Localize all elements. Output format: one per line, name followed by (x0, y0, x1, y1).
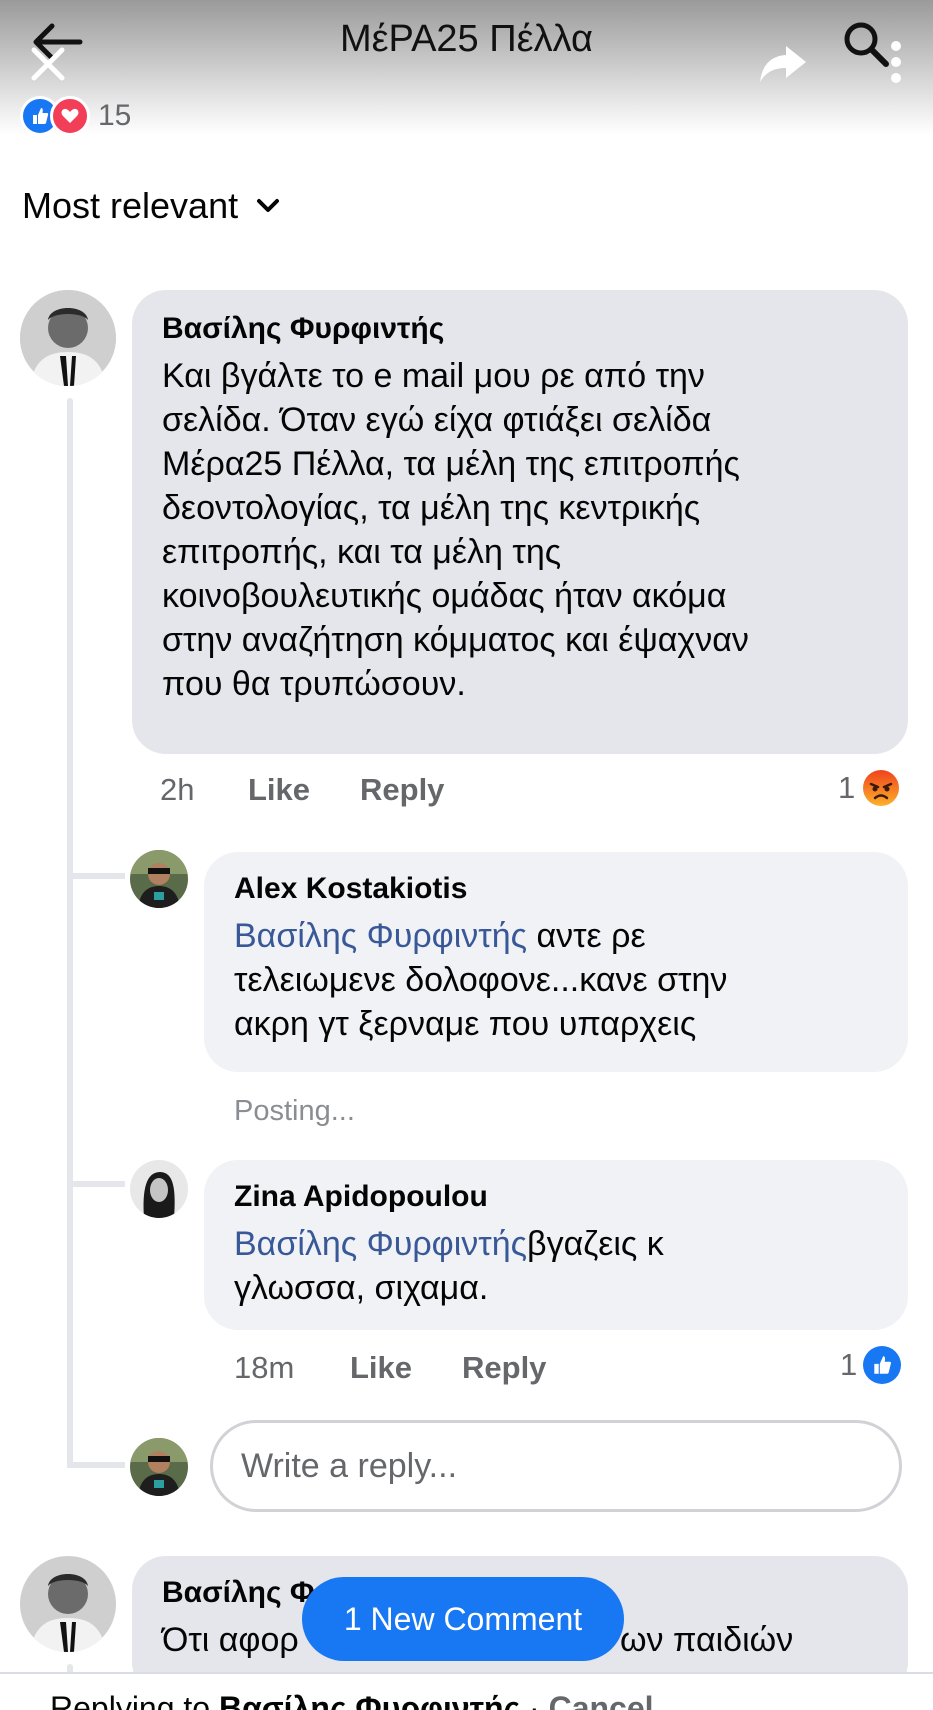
comment-time[interactable]: 2h (160, 772, 248, 808)
cancel-reply-button[interactable]: Cancel (549, 1690, 654, 1710)
comment-line: στην αναζήτηση κόμματος και έψαχναν (162, 621, 749, 659)
avatar[interactable] (20, 1556, 116, 1652)
comment-line: κοινοβουλευτικής ομάδας ήταν ακόμα (162, 577, 727, 615)
replying-prefix: Replying to (50, 1690, 219, 1710)
replying-to-bar: Replying to Βασίλης Φυρφιντής · Cancel (0, 1672, 933, 1710)
reaction-count: 15 (98, 99, 132, 132)
mention-link[interactable]: Βασίλης Φυρφιντής (234, 917, 527, 955)
reply-bubble[interactable]: Alex Kostakiotis Βασίλης Φυρφιντής αντε … (204, 852, 908, 1072)
thread-line (67, 398, 73, 1468)
reply-text-first: βγαζεις κ (527, 1225, 664, 1263)
avatar[interactable] (130, 850, 188, 908)
replying-name: Βασίλης Φυρφιντής (218, 1690, 521, 1710)
reply-actions: 18m Like Reply (234, 1350, 546, 1386)
replying-separator: · (520, 1690, 549, 1710)
sort-label: Most relevant (22, 185, 239, 226)
search-icon[interactable] (842, 20, 890, 68)
comment-reactions[interactable]: 1 (838, 768, 901, 808)
comment-text-start: Ότι αφορ (162, 1621, 299, 1659)
comment-author[interactable]: Βασίλης Φ (162, 1576, 315, 1610)
love-reaction-icon (50, 96, 90, 136)
reply-bubble[interactable]: Zina Apidopoulou Βασίλης Φυρφιντήςβγαζει… (204, 1160, 908, 1330)
mention-link[interactable]: Βασίλης Φυρφιντής (234, 1225, 527, 1263)
reaction-count: 1 (838, 770, 856, 805)
reply-author[interactable]: Alex Kostakiotis (234, 872, 467, 906)
replying-to-text: Replying to Βασίλης Φυρφιντής · Cancel (50, 1690, 654, 1710)
comment-line: Μέρα25 Πέλλα, τα μέλη της επιτροπής (162, 445, 740, 483)
reply-line: τελειωμενε δολοφονε...κανε στην (234, 961, 728, 999)
comment-line: Και βγάλτε το e mail μου ρε από την (162, 357, 705, 395)
share-icon[interactable] (756, 42, 808, 84)
comment-line: δεοντολογίας, τα μέλη της κεντρικής (162, 489, 701, 527)
comment-actions: 2h Like Reply (160, 772, 444, 808)
avatar[interactable] (20, 290, 116, 386)
reaction-count: 1 (840, 1347, 858, 1382)
current-user-avatar (130, 1438, 188, 1496)
thread-branch-1 (67, 873, 125, 879)
comment-text-end: ων παιδιών (620, 1621, 794, 1659)
like-reaction-icon (863, 1346, 902, 1384)
angry-reaction-icon (861, 768, 901, 808)
comment-line: σελίδα. Όταν εγώ είχα φτιάξει σελίδα (162, 401, 712, 439)
comment-line: που θα τρυπώσουν. (162, 665, 466, 703)
reply-text-first: αντε ρε (527, 917, 646, 955)
reply-time[interactable]: 18m (234, 1350, 350, 1386)
like-button[interactable]: Like (350, 1350, 462, 1386)
thread-branch-3 (67, 1462, 125, 1468)
chevron-down-icon (256, 198, 280, 214)
comment-bubble[interactable]: Βασίλης Φυρφιντής Και βγάλτε το e mail μ… (132, 290, 908, 754)
like-button[interactable]: Like (248, 772, 360, 808)
new-comment-button[interactable]: 1 New Comment (302, 1577, 624, 1661)
comment-line: επιτροπής, και τα μέλη της (162, 533, 562, 571)
reply-line: γλωσσα, σιχαμα. (234, 1269, 489, 1307)
comment-author[interactable]: Βασίλης Φυρφιντής (162, 312, 444, 346)
page-reactions[interactable]: 15 (20, 96, 131, 136)
reply-reactions[interactable]: 1 (840, 1346, 902, 1384)
reply-button[interactable]: Reply (462, 1350, 546, 1386)
reply-input[interactable]: Write a reply... (210, 1420, 902, 1512)
posting-status: Posting... (234, 1095, 355, 1127)
comment-text: Και βγάλτε το e mail μου ρε από την σελί… (162, 354, 902, 706)
reply-line: ακρη γτ ξερναμε που υπαρχεις (234, 1005, 697, 1043)
thread-branch-2 (67, 1181, 125, 1187)
top-bar: ΜέΡΑ25 Πέλλα 15 (0, 0, 933, 136)
reply-text: Βασίλης Φυρφιντήςβγαζεις κ γλωσσα, σιχαμ… (234, 1222, 904, 1310)
reply-text: Βασίλης Φυρφιντής αντε ρε τελειωμενε δολ… (234, 914, 904, 1046)
avatar[interactable] (130, 1160, 188, 1218)
reply-button[interactable]: Reply (360, 772, 444, 808)
more-options-icon[interactable] (888, 40, 904, 86)
sort-dropdown[interactable]: Most relevant (22, 185, 280, 227)
reply-author[interactable]: Zina Apidopoulou (234, 1180, 488, 1214)
